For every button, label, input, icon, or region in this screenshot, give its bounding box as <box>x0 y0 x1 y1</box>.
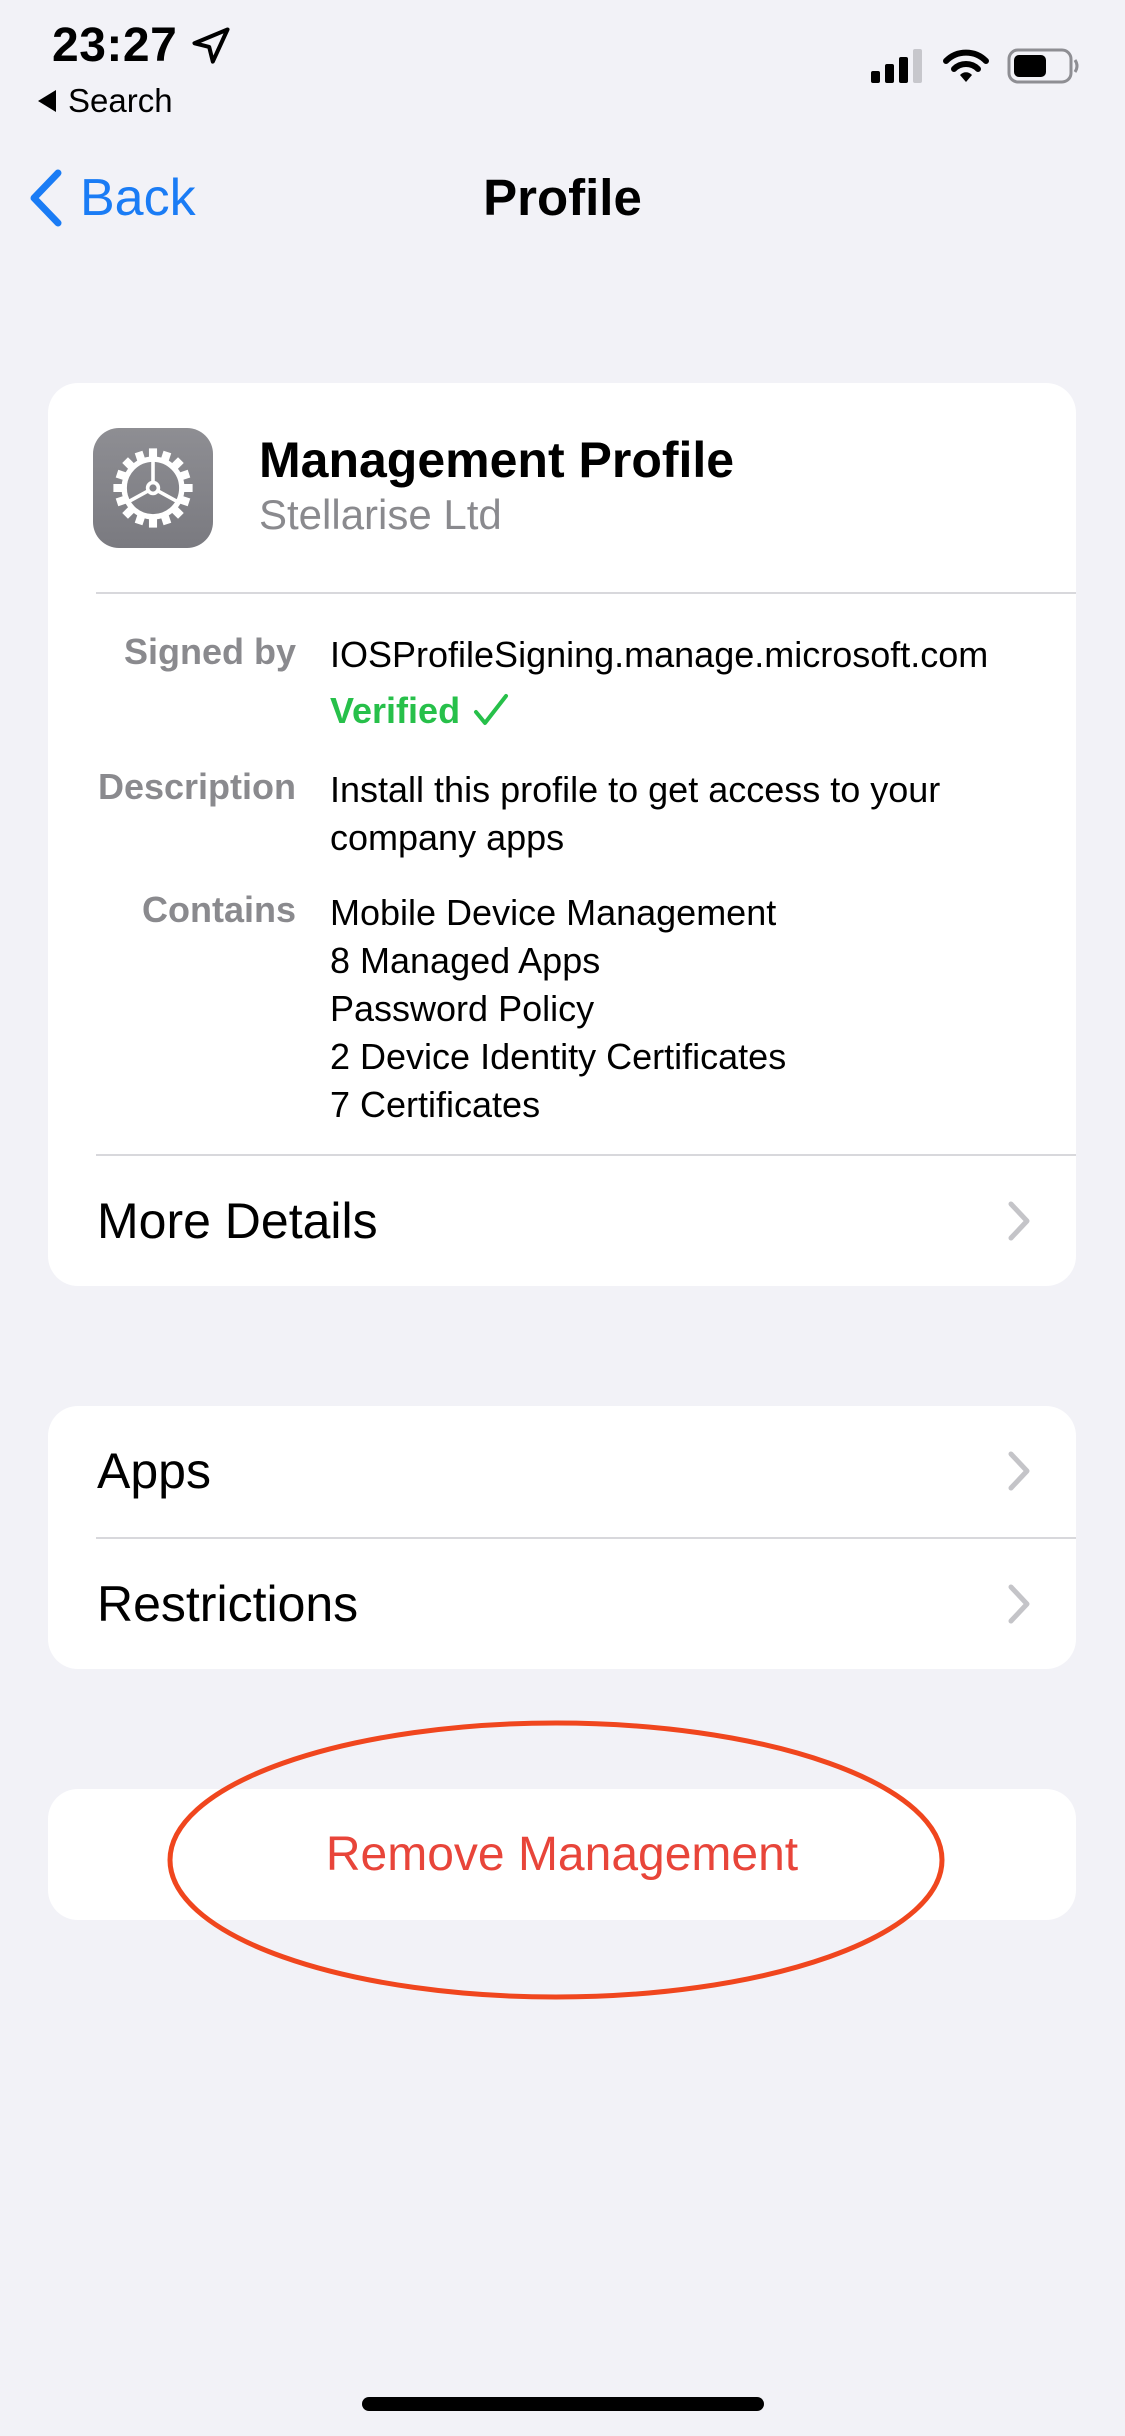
back-button[interactable]: Back <box>26 168 196 228</box>
apps-row[interactable]: Apps <box>48 1406 1076 1536</box>
wifi-icon <box>943 49 989 82</box>
status-indicators <box>871 48 1081 84</box>
more-details-row[interactable]: More Details <box>48 1156 1076 1286</box>
cellular-signal-icon <box>871 49 922 83</box>
description-line: Install this profile to get access to yo… <box>330 769 941 810</box>
status-back-label: Search <box>68 82 173 119</box>
contains-item: Password Policy <box>330 988 595 1029</box>
restrictions-label: Restrictions <box>97 1576 359 1632</box>
contains-label: Contains <box>141 889 296 930</box>
chevron-right-icon <box>1008 1201 1030 1241</box>
divider <box>96 592 1076 594</box>
settings-app-icon <box>93 428 213 548</box>
apps-label: Apps <box>97 1443 211 1499</box>
home-indicator[interactable] <box>362 2397 764 2411</box>
status-back-to-search[interactable]: Search <box>38 82 173 120</box>
remove-management-button[interactable]: Remove Management <box>48 1789 1076 1920</box>
location-arrow-icon <box>192 26 230 64</box>
restrictions-row[interactable]: Restrictions <box>48 1539 1076 1669</box>
links-card: Apps Restrictions <box>48 1406 1076 1669</box>
clock-text: 23:27 <box>52 19 178 72</box>
back-button-label: Back <box>80 169 196 227</box>
description-line: company apps <box>330 817 565 858</box>
profile-organization: Stellarise Ltd <box>259 491 502 538</box>
verified-status: Verified <box>330 687 1050 735</box>
contains-list: Mobile Device Management 8 Managed Apps … <box>330 889 1050 1129</box>
contains-item: 7 Certificates <box>330 1084 541 1125</box>
back-triangle-icon <box>38 90 56 112</box>
description-label: Description <box>97 766 296 807</box>
status-time: 23:27 <box>52 18 233 73</box>
chevron-right-icon <box>1008 1451 1030 1491</box>
contains-item: 8 Managed Apps <box>330 940 601 981</box>
contains-item: Mobile Device Management <box>330 892 777 933</box>
profile-card: Management Profile Stellarise Ltd Signed… <box>48 383 1076 1286</box>
signed-by-label: Signed by <box>123 631 296 672</box>
checkmark-icon <box>474 694 509 725</box>
chevron-right-icon <box>1008 1584 1030 1624</box>
verified-label: Verified <box>330 690 461 731</box>
profile-name: Management Profile <box>259 432 735 488</box>
signed-by-value: IOSProfileSigning.manage.microsoft.com <box>330 634 989 675</box>
signed-by-value-group: IOSProfileSigning.manage.microsoft.com V… <box>330 631 1050 735</box>
description-value: Install this profile to get access to yo… <box>330 766 1050 862</box>
more-details-label: More Details <box>97 1193 378 1249</box>
battery-icon <box>1007 48 1079 84</box>
chevron-left-icon <box>30 169 62 227</box>
contains-item: 2 Device Identity Certificates <box>330 1036 787 1077</box>
gear-icon <box>113 448 193 528</box>
remove-management-label: Remove Management <box>325 1828 799 1881</box>
profile-header: Management Profile Stellarise Ltd <box>48 383 1076 593</box>
